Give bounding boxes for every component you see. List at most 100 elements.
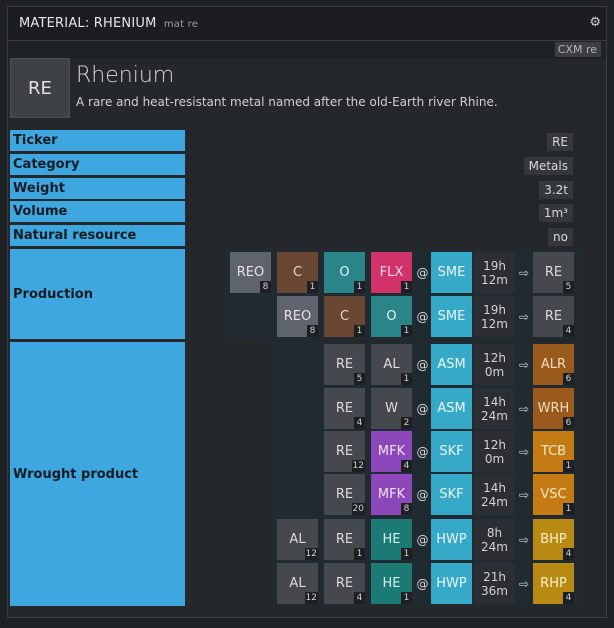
material-count: 8 <box>401 503 412 515</box>
at-sign: @ <box>416 265 429 280</box>
duration-text: 12h 0m <box>483 350 506 379</box>
material-tile[interactable]: HE 1 <box>371 563 412 604</box>
material-ticker: C <box>292 265 303 280</box>
building-tile[interactable]: HWP <box>431 519 472 560</box>
material-tile[interactable]: RE 1 <box>324 519 365 560</box>
material-tile[interactable]: O1 <box>371 296 412 337</box>
material-count: 4 <box>354 592 365 604</box>
material-ticker: AL <box>289 576 306 591</box>
material-ticker: AL <box>289 532 306 547</box>
material-ticker: MFK <box>377 444 406 459</box>
recipe-duration: 19h 12m <box>474 252 515 293</box>
material-tile[interactable]: O1 <box>324 252 365 293</box>
building-tile[interactable]: ASM <box>431 388 472 429</box>
material-count: 1 <box>401 548 412 560</box>
material-tile[interactable]: W2 <box>371 388 412 429</box>
duration-text: 12h 0m <box>483 437 506 466</box>
building-tile[interactable]: SME <box>431 252 472 293</box>
material-tile[interactable]: RE 4 <box>324 563 365 604</box>
material-ticker: REO <box>236 265 265 280</box>
material-ticker: O <box>339 265 350 280</box>
building-tile[interactable]: SKF <box>431 474 472 515</box>
material-count: 6 <box>563 417 574 429</box>
building-tile[interactable]: HWP <box>431 563 472 604</box>
at-sign: @ <box>416 401 429 416</box>
material-count: 12 <box>351 460 365 472</box>
material-count: 4 <box>401 460 412 472</box>
material-ticker: RHP <box>540 576 567 591</box>
material-ticker: W <box>385 401 398 416</box>
material-ticker: VSC <box>540 487 567 502</box>
property-label: Natural resource <box>10 225 185 246</box>
gear-icon[interactable]: ⚙ <box>589 15 601 30</box>
at-sign: @ <box>416 532 429 547</box>
duration-text: 19h 12m <box>481 302 508 331</box>
arrow-icon: ⇨ <box>518 576 530 591</box>
window-title-text: MATERIAL: RHENIUM <box>19 16 157 31</box>
material-count: 1 <box>401 592 412 604</box>
material-tile[interactable]: RE 20 <box>324 474 365 515</box>
material-tile[interactable]: FLX 1 <box>371 252 412 293</box>
duration-text: 19h 12m <box>481 258 508 287</box>
material-tile[interactable]: BHP 4 <box>533 519 574 560</box>
material-tile[interactable]: MFK 4 <box>371 431 412 472</box>
building-tile[interactable]: ASM <box>431 344 472 385</box>
material-ticker: TCB <box>540 444 567 459</box>
material-tile[interactable]: RE 4 <box>533 296 574 337</box>
property-value-row: Metals <box>187 154 573 175</box>
material-count: 4 <box>563 592 574 604</box>
material-count: 2 <box>401 417 412 429</box>
property-label: Category <box>10 154 185 175</box>
recipe-duration: 19h 12m <box>474 296 515 337</box>
arrow-icon: ⇨ <box>518 357 530 372</box>
material-ticker: HE <box>382 532 401 547</box>
material-tile[interactable]: RE 5 <box>533 252 574 293</box>
material-count: 1 <box>354 281 365 293</box>
material-tile[interactable]: RE 4 <box>324 388 365 429</box>
arrow-icon: ⇨ <box>518 401 530 416</box>
at-sign: @ <box>416 309 429 324</box>
material-name: Rhenium <box>76 63 175 88</box>
material-tile[interactable]: REO 8 <box>230 252 271 293</box>
material-count: 1 <box>401 373 412 385</box>
material-count: 4 <box>563 548 574 560</box>
at-sign: @ <box>416 487 429 502</box>
material-tile[interactable]: RHP 4 <box>533 563 574 604</box>
material-tile[interactable]: WRH 6 <box>533 388 574 429</box>
material-tile[interactable]: HE 1 <box>371 519 412 560</box>
material-ticker: RE <box>335 444 354 459</box>
property-value-row: RE <box>187 130 573 151</box>
material-tile[interactable]: C1 <box>324 296 365 337</box>
title-bar: MATERIAL: RHENIUM mat re ⚙ <box>8 7 606 41</box>
material-ticker: RE <box>335 357 354 372</box>
material-count: 20 <box>351 503 365 515</box>
material-tile[interactable]: AL 1 <box>371 344 412 385</box>
material-tile[interactable]: AL 12 <box>277 563 318 604</box>
production-label: Production <box>10 249 185 339</box>
command-bar: CXM re <box>8 41 606 59</box>
material-count: 6 <box>563 373 574 385</box>
building-tile[interactable]: SME <box>431 296 472 337</box>
building-tile[interactable]: SKF <box>431 431 472 472</box>
material-tile[interactable]: RE 5 <box>324 344 365 385</box>
material-tile[interactable]: AL 12 <box>277 519 318 560</box>
material-ticker: FLX <box>379 265 404 280</box>
material-tile[interactable]: RE 12 <box>324 431 365 472</box>
arrow-icon: ⇨ <box>518 444 530 459</box>
arrow-icon: ⇨ <box>518 532 530 547</box>
material-ticker: HE <box>382 576 401 591</box>
cxm-button[interactable]: CXM re <box>554 42 601 57</box>
material-tile[interactable]: TCB 1 <box>533 431 574 472</box>
property-value: Metals <box>523 157 573 175</box>
material-tile[interactable]: MFK 8 <box>371 474 412 515</box>
property-label: Ticker <box>10 130 185 151</box>
arrow-icon: ⇨ <box>518 309 530 324</box>
material-tile[interactable]: VSC 1 <box>533 474 574 515</box>
property-value-row: no <box>187 225 573 246</box>
material-count: 12 <box>304 548 318 560</box>
material-tile[interactable]: C1 <box>277 252 318 293</box>
material-tile[interactable]: ALR 6 <box>533 344 574 385</box>
material-count: 4 <box>354 417 365 429</box>
recipe-duration: 12h 0m <box>474 431 515 472</box>
material-tile[interactable]: REO 8 <box>277 296 318 337</box>
